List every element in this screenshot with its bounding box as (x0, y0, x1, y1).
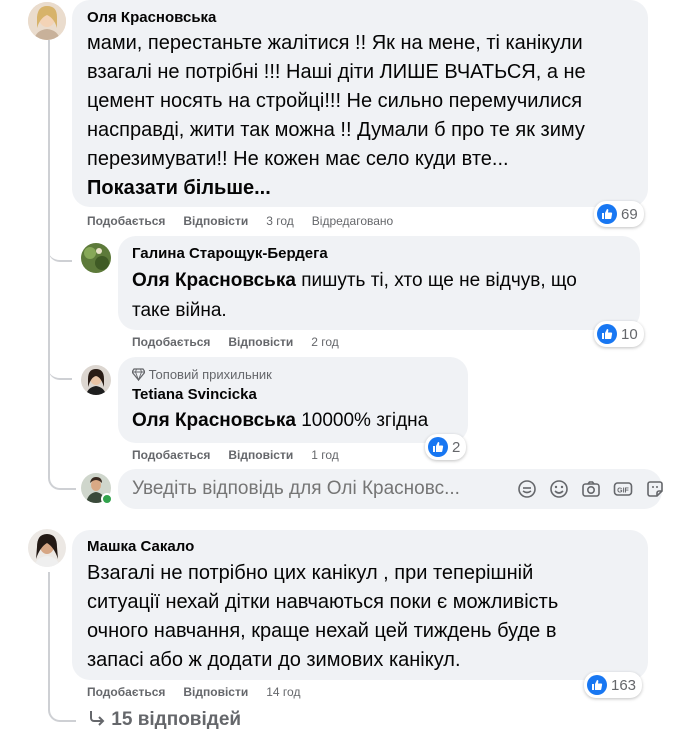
like-button[interactable]: Подобається (87, 685, 165, 699)
like-button[interactable]: Подобається (132, 335, 210, 349)
sticker-icon[interactable] (517, 479, 537, 499)
top-fan-badge: Топовий прихильник (131, 367, 272, 384)
like-button[interactable]: Подобається (87, 214, 165, 228)
comment-actions: Подобається Відповісти 3 год Відредагова… (87, 214, 393, 228)
comment-text: Взагалі не потрібно цих канікул , при те… (87, 559, 642, 675)
reaction-number: 2 (452, 438, 461, 456)
reply-line: пишуть ті, хто ще не відчув, що (295, 270, 577, 291)
reply-author[interactable]: Галина Старощук-Бердега (132, 245, 328, 262)
comment-text: мами, перестаньте жалітися !! Як на мене… (87, 29, 642, 174)
comment-author[interactable]: Машка Сакало (87, 538, 194, 555)
like-icon (428, 437, 448, 457)
view-replies-link[interactable]: 15 відповідей (88, 709, 241, 733)
reply-actions: Подобається Відповісти 1 год (132, 448, 339, 462)
timestamp[interactable]: 2 год (311, 335, 339, 349)
reply-actions: Подобається Відповісти 2 год (132, 335, 339, 349)
reply-text: Оля Красновська 10000% згідна (132, 406, 428, 436)
mention-link[interactable]: Оля Красновська (132, 410, 296, 431)
thread-connector (48, 462, 76, 490)
reaction-count[interactable]: 69 (594, 201, 644, 227)
like-icon (597, 204, 617, 224)
mention-link[interactable]: Оля Красновська (132, 270, 296, 291)
online-indicator (101, 493, 113, 505)
reply-button[interactable]: Відповісти (183, 685, 248, 699)
thread-connector (48, 680, 76, 722)
thread-line (48, 572, 50, 682)
reaction-count[interactable]: 2 (425, 434, 467, 460)
camera-icon[interactable] (581, 479, 601, 499)
comment-author[interactable]: Оля Красновська (87, 9, 216, 26)
comment-line: взагалі не потрібні !!! Наші діти ЛИШЕ В… (87, 61, 586, 83)
avatar-sticker-icon[interactable] (645, 479, 665, 499)
reaction-count[interactable]: 163 (584, 672, 643, 698)
reply-line: 10000% згідна (295, 410, 429, 431)
reaction-number: 10 (621, 325, 638, 343)
reaction-count[interactable]: 10 (594, 321, 644, 347)
reaction-number: 163 (611, 676, 637, 694)
reply-arrow-icon (88, 709, 106, 733)
comment-line: перезимувати!! Не кожен має село куди вт… (87, 148, 509, 170)
avatar[interactable] (28, 2, 66, 40)
thread-connector (48, 352, 72, 380)
comment-line: Взагалі не потрібно цих канікул , при те… (87, 562, 534, 584)
comment-line: запасі або ж додати до зимових канікул. (87, 649, 461, 671)
comment-line: мами, перестаньте жалітися !! Як на мене… (87, 32, 583, 54)
reply-line: таке війна. (132, 300, 227, 321)
diamond-icon (131, 368, 146, 384)
thread-connector (48, 236, 72, 262)
timestamp[interactable]: 1 год (311, 448, 339, 462)
comment-line: насправді, жити так можна !! Думали б пр… (87, 119, 585, 141)
comment-line: ситуації нехай дітки навчаються поки є м… (87, 591, 559, 613)
gif-icon[interactable]: GIF (613, 479, 633, 499)
svg-text:GIF: GIF (617, 488, 629, 495)
reply-button[interactable]: Відповісти (228, 448, 293, 462)
see-more-link[interactable]: Показати більше... (87, 177, 271, 200)
emoji-icon[interactable] (549, 479, 569, 499)
reaction-number: 69 (621, 205, 638, 223)
like-button[interactable]: Подобається (132, 448, 210, 462)
comment-actions: Подобається Відповісти 14 год (87, 685, 300, 699)
timestamp[interactable]: 14 год (266, 685, 300, 699)
comment-line: очного навчання, краще нехай цей тиждень… (87, 620, 557, 642)
like-icon (597, 324, 617, 344)
like-icon (587, 675, 607, 695)
timestamp[interactable]: 3 год (266, 214, 294, 228)
reply-text: Оля Красновська пишуть ті, хто ще не від… (132, 266, 637, 326)
comment-line: цемент носять на стройці!!! Не сильно пе… (87, 90, 583, 112)
reply-author[interactable]: Tetiana Svincicka (132, 386, 257, 403)
badge-label: Топовий прихильник (148, 367, 272, 382)
edited-label: Відредаговано (311, 214, 394, 228)
avatar[interactable] (81, 365, 111, 395)
reply-button[interactable]: Відповісти (228, 335, 293, 349)
avatar[interactable] (81, 243, 111, 273)
input-toolbar: GIF (517, 479, 665, 499)
view-replies-label: 15 відповідей (111, 709, 242, 730)
reply-button[interactable]: Відповісти (183, 214, 248, 228)
avatar[interactable] (28, 529, 66, 567)
